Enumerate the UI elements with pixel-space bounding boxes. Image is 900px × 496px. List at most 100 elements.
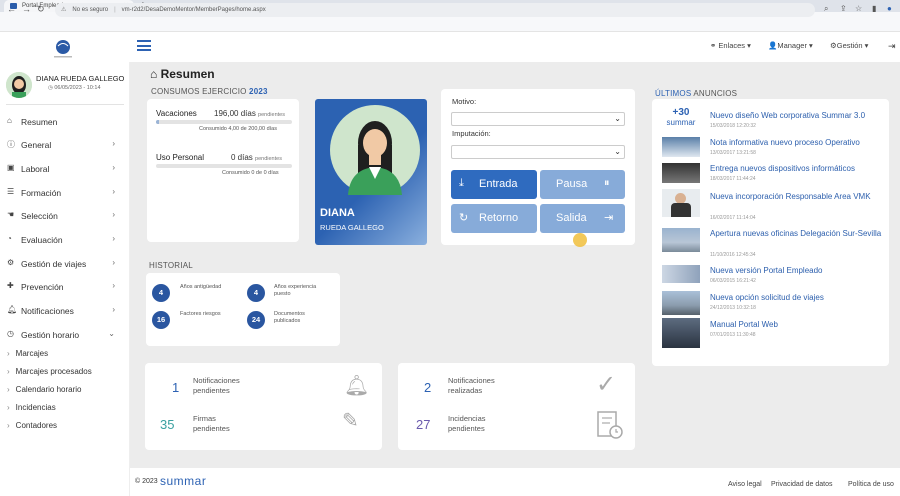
news-thumbnail[interactable]	[662, 137, 700, 157]
shield-icon: ✚	[7, 281, 14, 290]
arrow-down-icon: ⤓	[459, 177, 464, 189]
firmas-label[interactable]: Firmas pendientes	[193, 414, 248, 434]
profile-icon[interactable]: ●	[887, 4, 892, 13]
politica-uso-link[interactable]: Política de uso	[848, 481, 894, 488]
chart-icon: ◔	[7, 234, 12, 243]
star-icon[interactable]: ☆	[855, 4, 862, 13]
enlaces-menu[interactable]: ⚭ Enlaces ▾	[710, 41, 751, 50]
sidebar-item-evaluacion[interactable]: ◔ Evaluación ›	[7, 234, 119, 248]
gear-icon: ⚙	[7, 258, 15, 267]
sidebar-item-prevencion[interactable]: ✚ Prevención ›	[7, 281, 119, 295]
vacaciones-value: 196,00 días pendientes	[214, 109, 285, 118]
not-secure-icon: ⚠	[61, 7, 67, 13]
sidebar-subitem-calendario[interactable]: › Calendario horario	[7, 385, 82, 394]
news-item-title[interactable]: Nuevo diseño Web corporativa Summar 3.0	[710, 111, 882, 121]
user-avatar	[6, 72, 32, 98]
notif-pend-label[interactable]: Notificaciones pendientes	[193, 376, 263, 396]
sidebar-item-resumen[interactable]: ⌂ Resumen	[7, 116, 119, 130]
gestion-menu[interactable]: ⚙Gestión ▾	[830, 41, 868, 50]
gear-icon: ⚙	[830, 41, 837, 50]
security-label: No es seguro	[72, 7, 109, 13]
news-item-title[interactable]: Apertura nuevas oficinas Delegación Sur-…	[710, 229, 882, 239]
menu-toggle-button[interactable]	[137, 40, 151, 51]
cursor-indicator	[573, 233, 587, 247]
sidebar-subitem-contadores[interactable]: › Contadores	[7, 421, 57, 430]
chevron-right-icon: ›	[112, 234, 115, 243]
news-item-date: 24/12/2013 10:32:18	[710, 305, 756, 311]
news-item-title[interactable]: Nota informativa nuevo proceso Operativo	[710, 138, 882, 148]
sidebar-subitem-marcajes[interactable]: › Marcajes	[7, 349, 48, 358]
news-thumbnail[interactable]	[662, 189, 700, 217]
sidebar-toggle-icon[interactable]: ▮	[872, 4, 876, 13]
bell-icon: 🔔︎	[7, 305, 18, 314]
news-item-title[interactable]: Nueva opción solicitud de viajes	[710, 293, 882, 303]
sidebar-item-general[interactable]: ⓘ General ›	[7, 139, 119, 153]
sidebar-item-viajes[interactable]: ⚙ Gestión de viajes ›	[7, 258, 119, 272]
summar-30-logo: +30 summar	[666, 107, 696, 128]
user-icon: 👤	[768, 41, 778, 50]
imputacion-label: Imputación:	[452, 129, 491, 138]
url-field[interactable]: ⚠ No es seguro | vm-r2d2/DesaDemoMentor/Mem…	[55, 3, 815, 17]
motivo-select[interactable]: ⌄	[451, 112, 625, 126]
footer-brand-logo: summar	[160, 474, 207, 488]
personal-value: 0 días pendientes	[231, 153, 282, 162]
sidebar-item-seleccion[interactable]: ☚ Selección ›	[7, 210, 119, 224]
url-text: vm-r2d2/DesaDemoMentor/MemberPages/home.…	[121, 7, 266, 13]
chevron-right-icon: ›	[112, 210, 115, 219]
sidebar-subitem-marcajes-procesados[interactable]: › Marcajes procesados	[7, 367, 92, 376]
notif-real-label[interactable]: Notificaciones realizadas	[448, 376, 518, 396]
news-item-date: 11/10/2016 12:45:34	[710, 252, 756, 258]
experiencia-badge: 4	[247, 284, 265, 302]
vacaciones-progress	[156, 120, 292, 124]
personal-consumed: Consumido 0 de 0 días	[222, 170, 279, 176]
user-last-access: ◷ 06/05/2023 - 10:14	[48, 85, 101, 91]
news-thumbnail[interactable]	[662, 265, 700, 283]
documentos-label: Documentos publicados	[274, 311, 305, 324]
documentos-badge: 24	[247, 311, 265, 329]
pause-icon: ⏸︎	[604, 177, 610, 189]
reload-icon[interactable]: ↻	[37, 4, 45, 15]
zoom-icon[interactable]: ⌕	[824, 4, 828, 14]
news-item-title[interactable]: Nueva versión Portal Empleado	[710, 266, 882, 276]
calendar-clock-icon	[597, 411, 623, 439]
profile-last-name: RUEDA GALLEGO	[320, 223, 384, 232]
consumos-label: CONSUMOS EJERCICIO 2023	[151, 87, 268, 96]
logout-icon[interactable]: ⇥	[888, 41, 896, 52]
aviso-legal-link[interactable]: Aviso legal	[728, 481, 762, 488]
page-title: ⌂ Resumen	[150, 67, 215, 81]
personal-progress	[156, 164, 292, 168]
chevron-down-icon: ⌄	[614, 114, 621, 123]
forward-icon[interactable]: →	[22, 4, 31, 14]
home-icon: ⌂	[150, 67, 161, 81]
sidebar-item-laboral[interactable]: ▣ Laboral ›	[7, 163, 119, 177]
sidebar-subitem-incidencias[interactable]: › Incidencias	[7, 403, 56, 412]
divider	[6, 104, 124, 105]
manager-menu[interactable]: 👤Manager ▾	[768, 41, 813, 50]
briefcase-icon: ▣	[7, 163, 15, 172]
sidebar-item-notificaciones[interactable]: 🔔︎ Notificaciones ›	[7, 305, 119, 319]
news-item-date: 13/03/2017 13:21:58	[710, 150, 756, 156]
chevron-right-icon: ›	[112, 305, 115, 314]
news-thumbnail[interactable]	[662, 291, 700, 315]
back-icon[interactable]: ←	[7, 4, 16, 14]
news-item-title[interactable]: Nueva incorporación Responsable Area VMK	[710, 192, 882, 202]
incidencias-label[interactable]: Incidencias pendientes	[448, 414, 508, 434]
news-item-title[interactable]: Manual Portal Web	[710, 320, 882, 330]
share-icon[interactable]: ⇪	[840, 4, 847, 13]
firmas-count: 35	[160, 417, 175, 432]
news-thumbnail[interactable]	[662, 163, 700, 183]
chevron-right-icon: ›	[112, 187, 115, 196]
sidebar-item-gestion-horario[interactable]: ◷ Gestión horario ⌄	[7, 329, 119, 343]
sidebar-item-formacion[interactable]: ☰ Formación ›	[7, 187, 119, 201]
incidencias-count: 27	[416, 417, 431, 432]
news-item-title[interactable]: Entrega nuevos dispositivos informáticos	[710, 164, 882, 174]
news-thumbnail[interactable]	[662, 318, 700, 348]
news-item-date: 15/03/2018 12:20:32	[710, 123, 756, 129]
pausa-button[interactable]: Pausa ⏸︎	[540, 170, 625, 199]
news-thumbnail[interactable]	[662, 228, 700, 252]
imputacion-select[interactable]: ⌄	[451, 145, 625, 159]
privacidad-link[interactable]: Privacidad de datos	[771, 481, 832, 488]
entrada-button[interactable]: ⤓ Entrada	[451, 170, 537, 199]
retorno-button[interactable]: ↻ Retorno	[451, 204, 537, 233]
salida-button[interactable]: Salida ⇥	[540, 204, 625, 233]
